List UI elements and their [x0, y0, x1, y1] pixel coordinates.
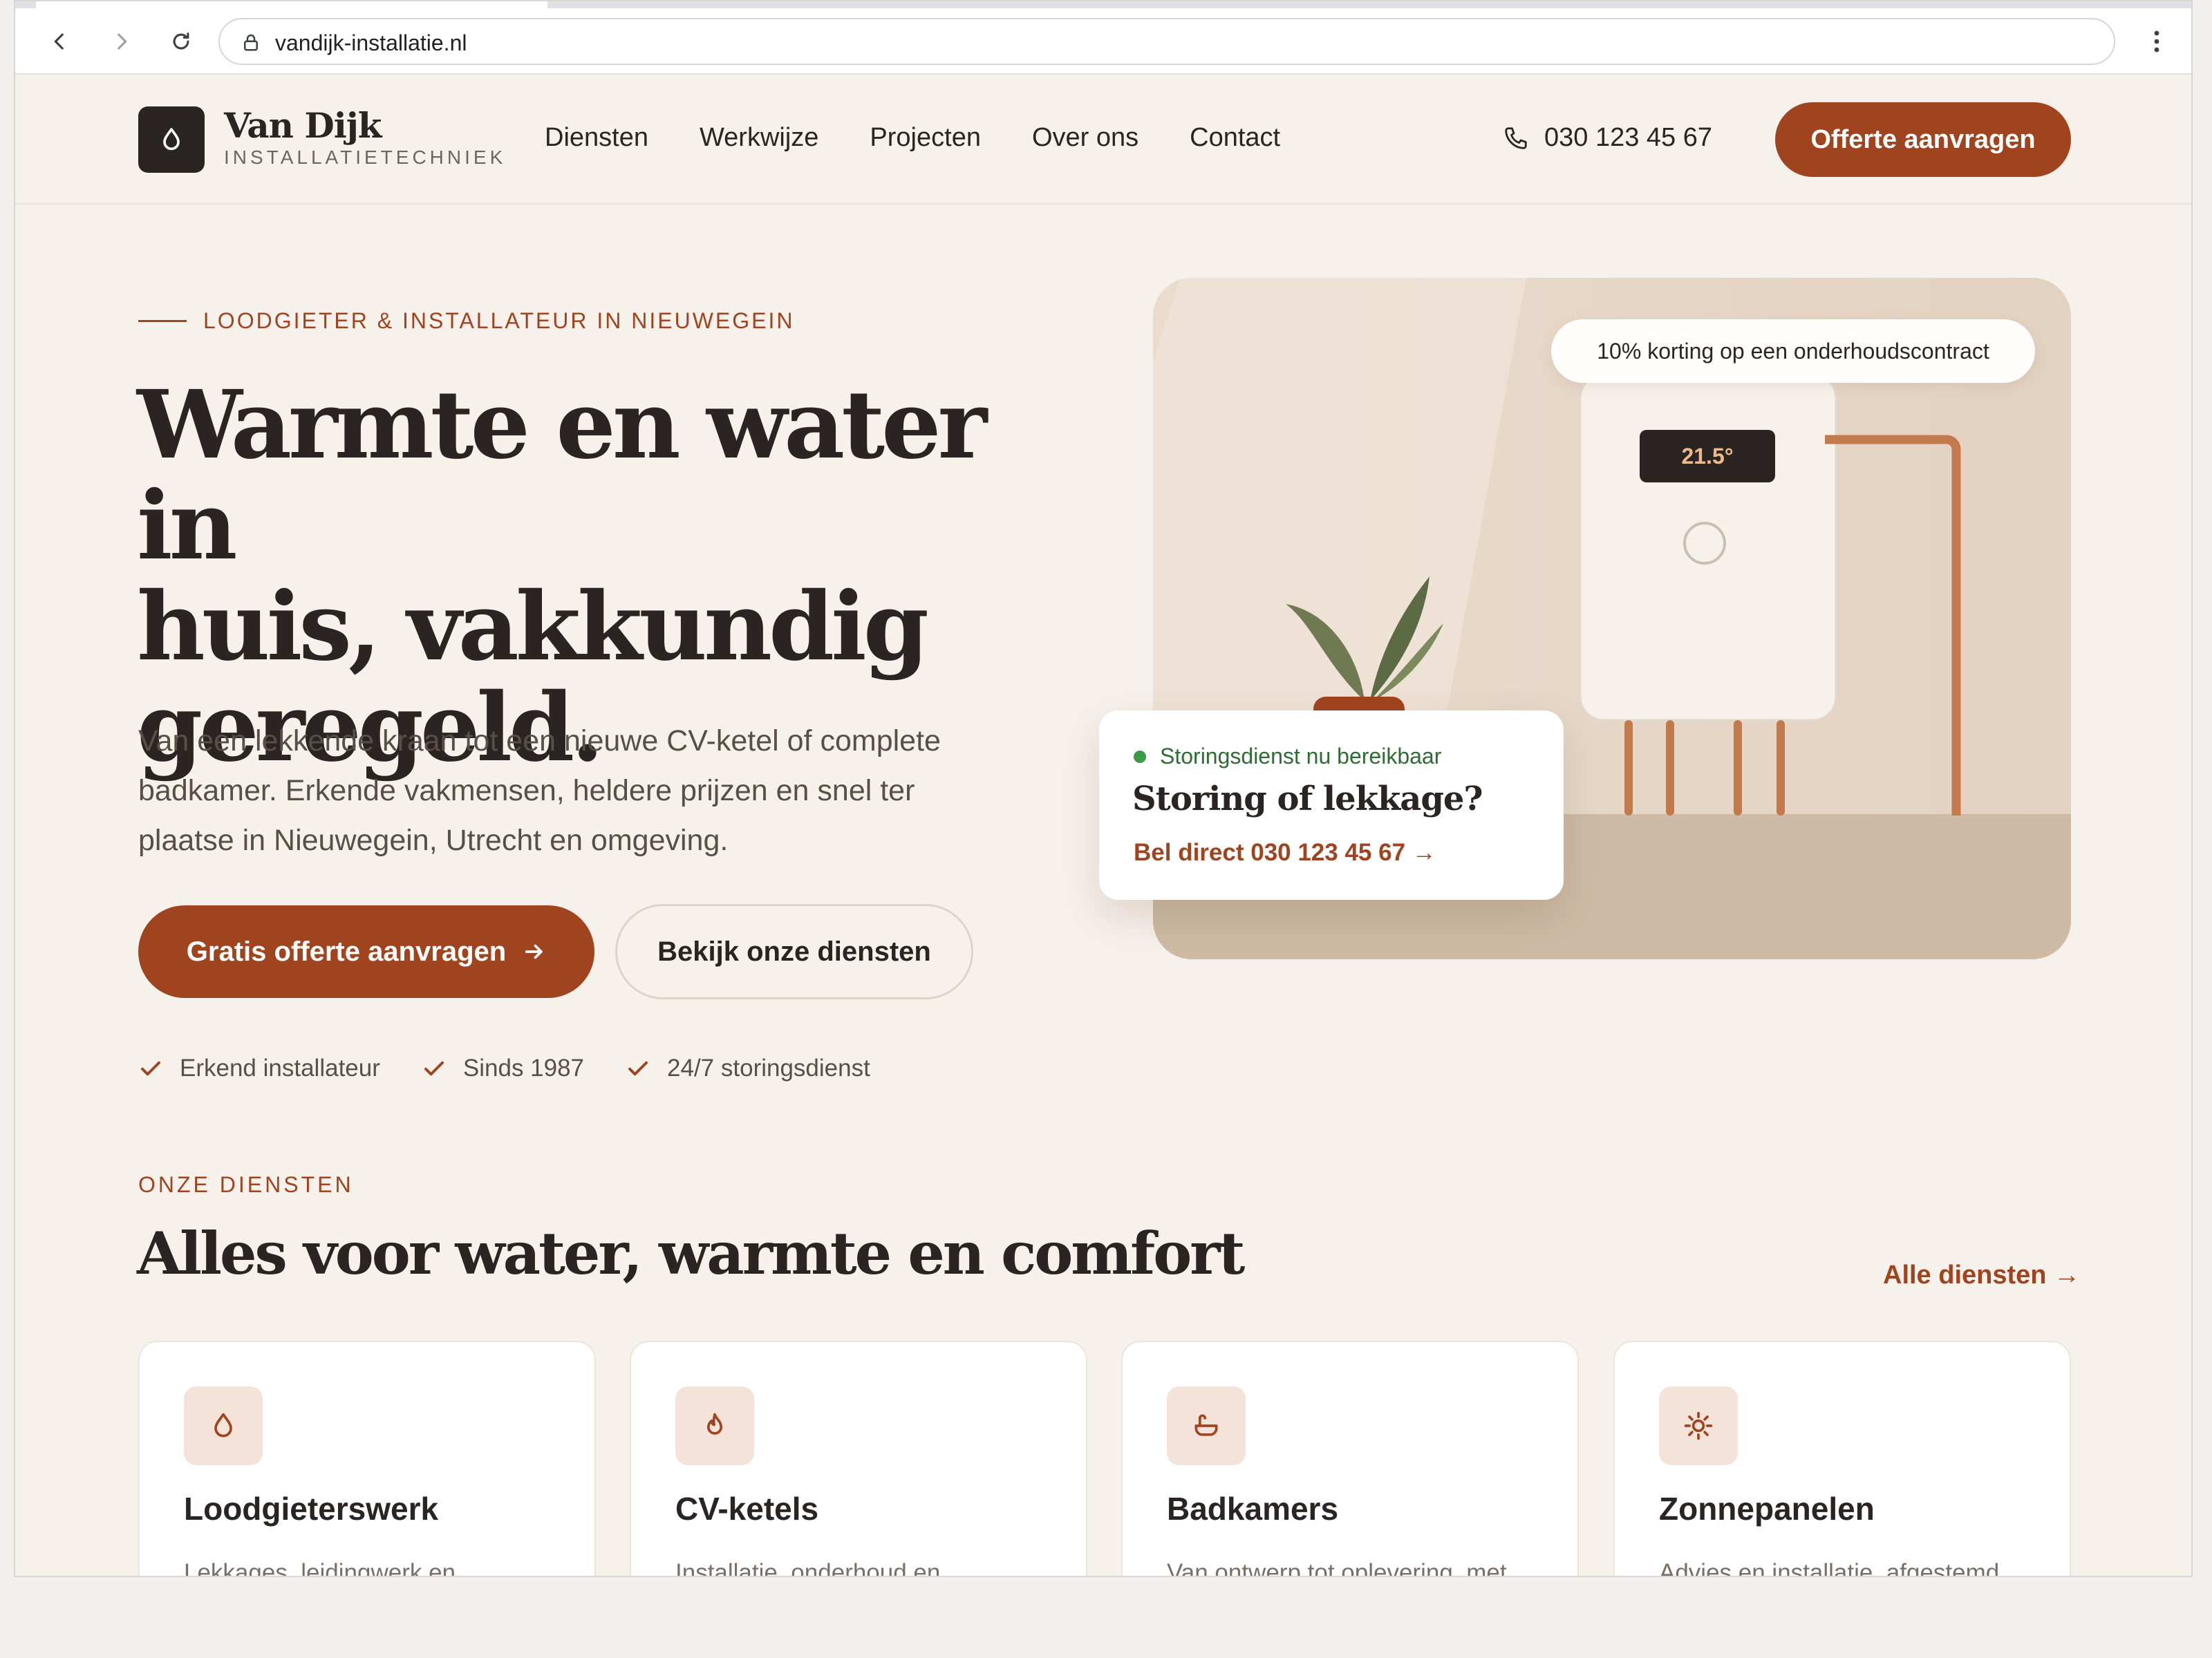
all-services-link[interactable]: Alle diensten → — [1883, 1261, 2080, 1290]
service-card-title: Loodgieterswerk — [184, 1491, 439, 1527]
sun-icon — [1684, 1411, 1713, 1440]
hero-description: Van een lekkende kraan tot een nieuwe CV… — [138, 724, 941, 857]
back-button[interactable] — [41, 23, 77, 59]
reload-button[interactable] — [163, 23, 199, 59]
temperature-display: 21.5° — [1640, 430, 1775, 482]
trust-label: Erkend installateur — [180, 1055, 380, 1082]
header-phone-link[interactable]: 030 123 45 67 — [1503, 123, 1712, 153]
main-nav: Diensten Werkwijze Projecten Over ons Co… — [545, 123, 1331, 153]
service-card-description: Van ontwerp tot oplevering, met — [1167, 1559, 1507, 1577]
promo-badge: 10% korting op een onderhoudscontract — [1551, 319, 2035, 383]
reload-icon — [173, 32, 189, 50]
phone-icon — [1505, 126, 1527, 149]
emergency-card-title: Storing of lekkage? — [1132, 780, 1483, 818]
flame-icon — [706, 1413, 722, 1435]
service-card-title: Zonnepanelen — [1659, 1491, 1875, 1527]
service-card-description: Advies en installatie, afgestemd — [1659, 1559, 2000, 1577]
status-dot-icon — [1134, 750, 1146, 763]
hero-eyebrow: LOODGIETER & INSTALLATEUR IN NIEUWEGEIN — [138, 308, 794, 334]
service-card-title: CV-ketels — [675, 1491, 819, 1527]
service-icon-tile — [1659, 1386, 1738, 1465]
free-quote-label: Gratis offerte aanvragen — [186, 936, 507, 967]
trust-label: 24/7 storingsdienst — [667, 1055, 870, 1082]
quote-request-button[interactable]: Offerte aanvragen — [1775, 102, 2071, 177]
check-icon — [424, 1061, 444, 1076]
hero-eyebrow-text: LOODGIETER & INSTALLATEUR IN NIEUWEGEIN — [203, 308, 795, 333]
service-card-cv-ketels[interactable]: CV-ketels Installatie, onderhoud en — [630, 1341, 1087, 1577]
site-header: Van Dijk INSTALLATIETECHNIEK Diensten We… — [15, 75, 2191, 205]
service-status-text: Storingsdienst nu bereikbaar — [1160, 744, 1442, 769]
emergency-card: Storingsdienst nu bereikbaar Storing of … — [1099, 710, 1564, 900]
hero-title-line-1: Warmte en water in — [137, 370, 987, 581]
active-tab[interactable] — [36, 1, 547, 8]
trust-item: Sinds 1987 — [422, 1055, 584, 1082]
arrow-right-icon — [525, 944, 543, 959]
lock-icon — [244, 34, 258, 51]
service-card-description: Lekkages, leidingwerk en — [184, 1559, 456, 1577]
emergency-call-link[interactable]: Bel direct 030 123 45 67 → — [1134, 839, 1436, 867]
logo-mark[interactable] — [138, 106, 205, 173]
browser-window: vandijk-installatie.nl Van Dijk INSTALLA… — [14, 0, 2193, 1577]
bathtub-icon — [1194, 1414, 1218, 1436]
drop-logo-icon — [163, 128, 180, 151]
service-status: Storingsdienst nu bereikbaar — [1134, 744, 1441, 769]
view-services-button[interactable]: Bekijk onze diensten — [615, 904, 973, 999]
service-icon-tile — [1167, 1386, 1246, 1465]
nav-diensten[interactable]: Diensten — [545, 123, 648, 153]
brand-subtitle: INSTALLATIETECHNIEK — [224, 147, 507, 168]
services-eyebrow: ONZE DIENSTEN — [138, 1172, 354, 1197]
free-quote-button[interactable]: Gratis offerte aanvragen — [138, 905, 594, 998]
service-card-loodgieterswerk[interactable]: Loodgieterswerk Lekkages, leidingwerk en — [138, 1341, 596, 1577]
nav-over-ons[interactable]: Over ons — [1032, 123, 1138, 153]
browser-toolbar: vandijk-installatie.nl — [15, 8, 2191, 75]
arrow-left-icon — [54, 33, 64, 50]
more-vert-icon — [2154, 30, 2159, 53]
nav-werkwijze[interactable]: Werkwijze — [700, 123, 818, 153]
check-icon — [628, 1061, 648, 1076]
trust-item: 24/7 storingsdienst — [626, 1055, 870, 1082]
drop-icon — [214, 1413, 232, 1438]
nav-contact[interactable]: Contact — [1190, 123, 1280, 153]
browser-menu-button[interactable] — [2143, 26, 2171, 57]
arrow-right-icon — [118, 33, 127, 50]
address-url: vandijk-installatie.nl — [275, 30, 467, 55]
nav-projecten[interactable]: Projecten — [870, 123, 981, 153]
trust-label: Sinds 1987 — [462, 1055, 585, 1082]
address-bar[interactable]: vandijk-installatie.nl — [218, 18, 2115, 65]
trust-item: Erkend installateur — [138, 1055, 380, 1082]
trust-list: Erkend installateur Sinds 1987 24/7 stor… — [138, 1055, 912, 1082]
forward-button[interactable] — [104, 23, 140, 59]
service-card-badkamers[interactable]: Badkamers Van ontwerp tot oplevering, me… — [1121, 1341, 1579, 1577]
hero-title-line-2: huis, vakkundig — [137, 572, 929, 682]
service-card-title: Badkamers — [1167, 1491, 1339, 1527]
eyebrow-line — [138, 320, 187, 322]
check-icon — [141, 1061, 160, 1076]
services-title: Alles voor water, warmte en comfort — [137, 1219, 1245, 1288]
tab-strip — [15, 1, 2191, 8]
service-card-zonnepanelen[interactable]: Zonnepanelen Advies en installatie, afge… — [1613, 1341, 2071, 1577]
service-icon-tile — [675, 1386, 754, 1465]
brand-name[interactable]: Van Dijk — [224, 105, 382, 146]
service-icon-tile — [184, 1386, 263, 1465]
header-phone-number: 030 123 45 67 — [1544, 123, 1713, 152]
service-card-description: Installatie, onderhoud en — [675, 1559, 941, 1577]
